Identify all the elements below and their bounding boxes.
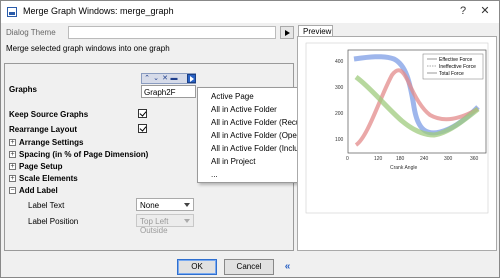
graphs-label: Graphs	[9, 85, 38, 94]
graphs-input[interactable]: Graph2F	[141, 85, 196, 98]
help-icon[interactable]: ?	[455, 4, 471, 18]
collapse-preview-button[interactable]: «	[281, 259, 294, 275]
arrange-settings-expand-icon[interactable]: +	[9, 139, 16, 146]
title-bar: Merge Graph Windows: merge_graph ? ✕	[1, 1, 499, 23]
y-tick-label: 200	[335, 111, 344, 117]
graphs-menu-arrow-button[interactable]	[187, 74, 196, 83]
ok-button[interactable]: OK	[177, 259, 217, 275]
graphs-toolbar: ⌃ ⌄ ✕ ▬	[141, 73, 196, 84]
x-tick-label: 0	[346, 156, 349, 162]
close-icon[interactable]: ✕	[477, 4, 493, 18]
dialog-theme-arrow-button[interactable]	[280, 26, 294, 39]
label-position-select[interactable]: Top Left Outside	[136, 214, 194, 235]
menu-item-more[interactable]: ...	[211, 170, 218, 179]
add-label-collapse-icon[interactable]: −	[9, 187, 16, 194]
keep-source-graphs-label: Keep Source Graphs	[9, 110, 89, 119]
dialog-description: Merge selected graph windows into one gr…	[6, 44, 170, 53]
menu-item-all-in-project[interactable]: All in Project	[211, 157, 255, 166]
keep-source-graphs-checkbox[interactable]	[138, 109, 147, 118]
legend-entry-3: Total Force	[439, 71, 464, 77]
legend: Effective Force Ineffective Force Total …	[422, 53, 484, 80]
rearrange-layout-checkbox[interactable]	[138, 124, 147, 133]
legend-entry-1: Effective Force	[439, 57, 472, 63]
move-up-icon[interactable]: ⌃	[143, 75, 151, 83]
window-title: Merge Graph Windows: merge_graph	[23, 6, 174, 16]
label-position-label: Label Position	[28, 217, 79, 226]
scale-elements-expand-icon[interactable]: +	[9, 175, 16, 182]
page-setup-expand-icon[interactable]: +	[9, 163, 16, 170]
preview-area: 400 300 200 100 0 120 180 240 300 360 Effective …	[297, 36, 497, 251]
x-tick-label: 120	[374, 156, 383, 162]
add-label-label[interactable]: Add Label	[19, 186, 58, 195]
y-tick-label: 100	[335, 137, 344, 143]
merge-graph-dialog: Merge Graph Windows: merge_graph ? ✕ Dia…	[0, 0, 500, 278]
dialog-theme-field[interactable]	[68, 26, 276, 39]
move-down-icon[interactable]: ⌄	[152, 75, 160, 83]
chevron-down-icon	[184, 219, 190, 223]
app-icon	[7, 7, 17, 17]
x-tick-label: 240	[420, 156, 429, 162]
y-tick-label: 300	[335, 85, 344, 91]
page-setup-label[interactable]: Page Setup	[19, 162, 63, 171]
menu-item-active-page[interactable]: Active Page	[211, 92, 254, 101]
dialog-theme-row: Dialog Theme	[6, 26, 294, 39]
x-tick-label: 360	[470, 156, 479, 162]
remove-icon[interactable]: ✕	[161, 75, 169, 83]
dialog-theme-label: Dialog Theme	[6, 28, 56, 37]
rearrange-layout-label: Rearrange Layout	[9, 125, 78, 134]
menu-item-all-in-active-folder-open[interactable]: All in Active Folder (Open)	[211, 131, 304, 140]
spacing-expand-icon[interactable]: +	[9, 151, 16, 158]
spacing-label[interactable]: Spacing (in % of Page Dimension)	[19, 150, 148, 159]
cancel-button[interactable]: Cancel	[224, 259, 274, 275]
y-tick-label: 400	[335, 59, 344, 65]
x-tick-label: 300	[444, 156, 453, 162]
label-text-label: Label Text	[28, 201, 65, 210]
menu-item-all-in-active-folder[interactable]: All in Active Folder	[211, 105, 277, 114]
x-axis-label: Crank Angle	[390, 165, 417, 171]
legend-entry-2: Ineffective Force	[439, 64, 476, 70]
arrange-settings-label[interactable]: Arrange Settings	[19, 138, 83, 147]
label-text-select[interactable]: None	[136, 198, 194, 211]
preview-graph: 400 300 200 100 0 120 180 240 300 360 Effective …	[305, 42, 489, 214]
chevron-down-icon	[184, 203, 190, 207]
scale-elements-label[interactable]: Scale Elements	[19, 174, 78, 183]
x-tick-label: 180	[396, 156, 405, 162]
select-graph-icon[interactable]: ▬	[170, 75, 178, 83]
